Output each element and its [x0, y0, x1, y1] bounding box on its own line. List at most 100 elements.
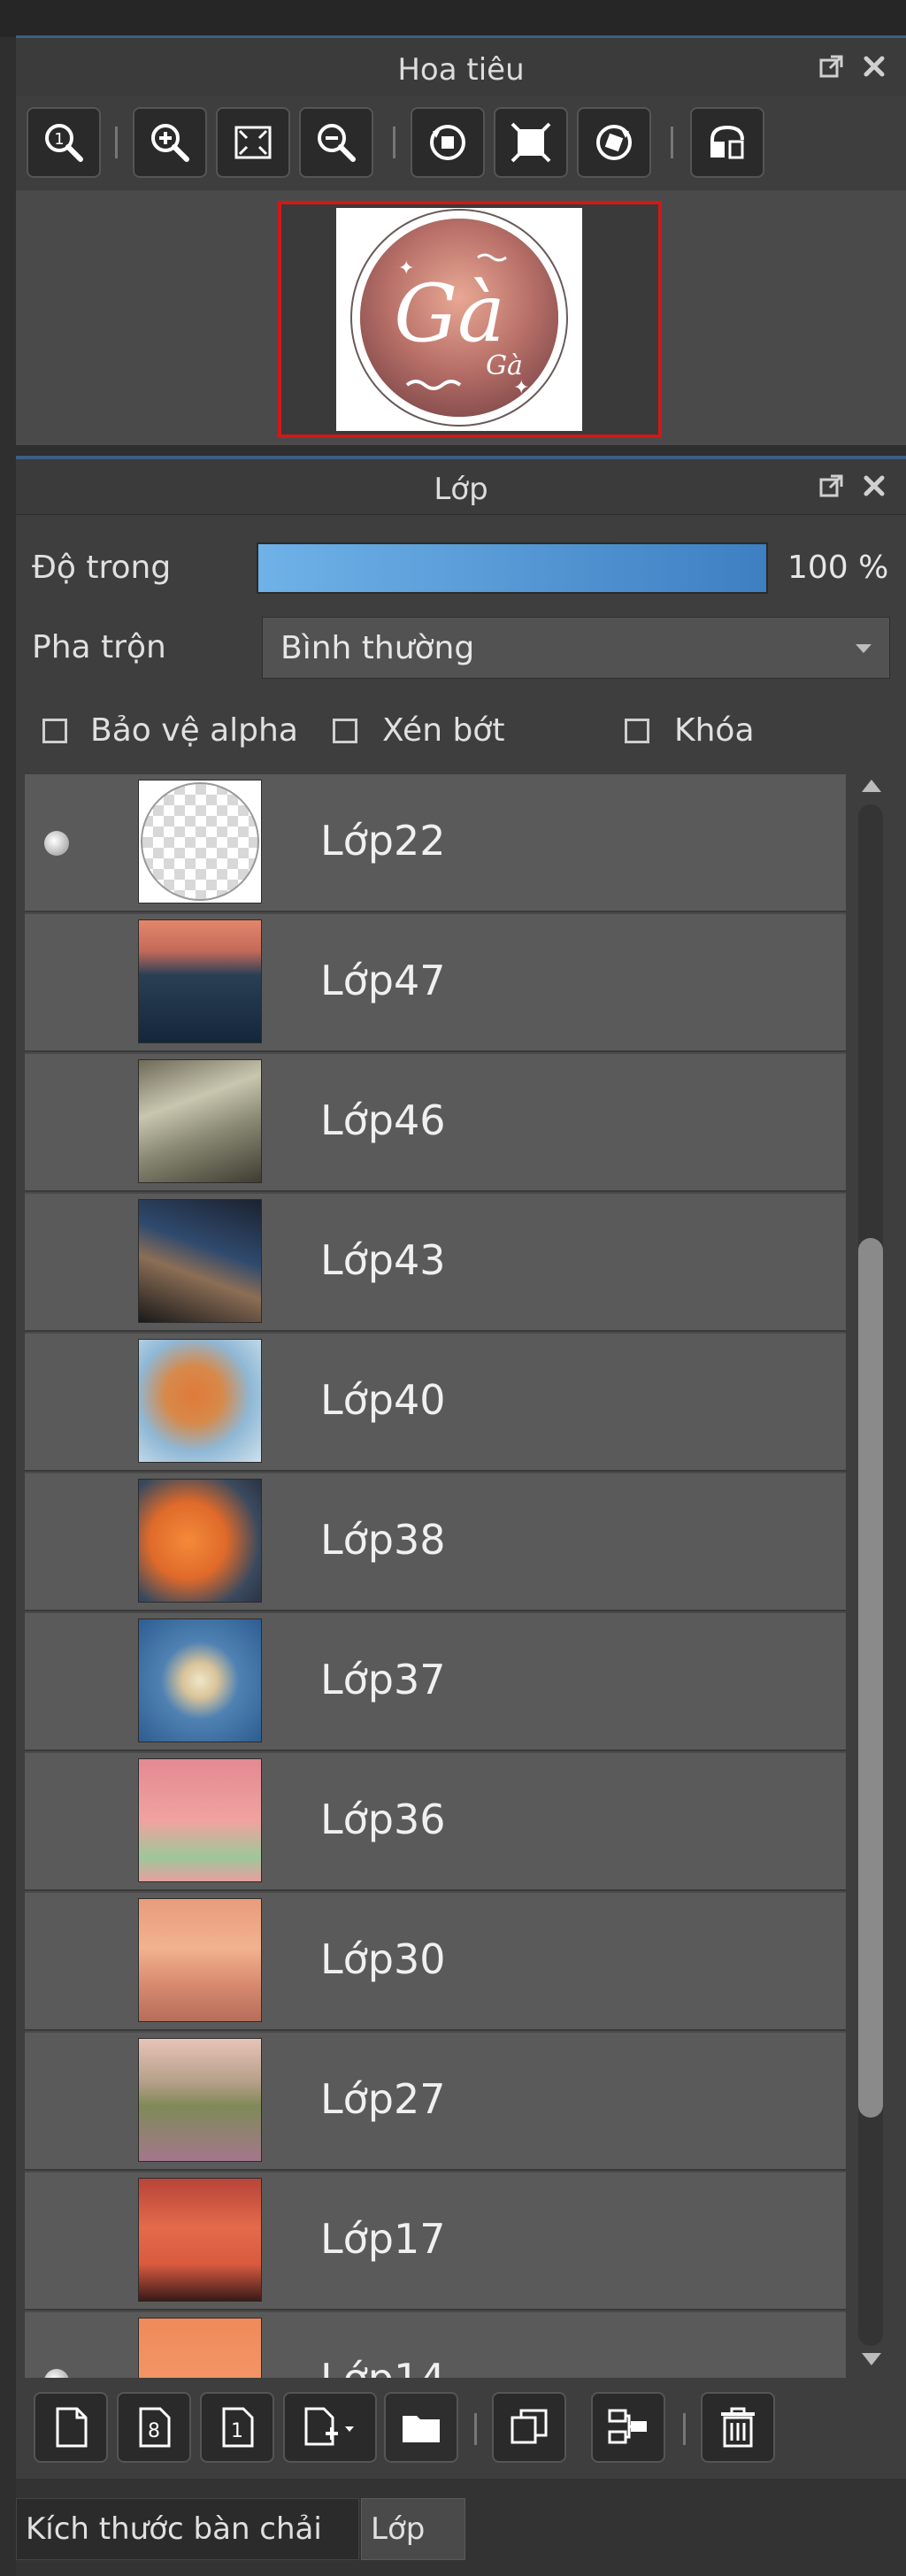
rotate-right-button[interactable]	[577, 107, 651, 178]
layer-row[interactable]: Lớp17	[25, 2172, 846, 2311]
layer-thumbnail	[138, 780, 262, 904]
layer-row[interactable]: Lớp43	[25, 1194, 846, 1332]
visibility-toggle[interactable]	[32, 817, 85, 870]
rotate-left-icon	[430, 125, 465, 160]
scroll-down-arrow-icon[interactable]	[862, 2353, 881, 2365]
layer-settings-button[interactable]	[591, 2392, 665, 2463]
layer-row[interactable]: Lớp37	[25, 1613, 846, 1751]
zoom-out-button[interactable]	[299, 107, 373, 178]
layer-thumbnail	[138, 1758, 262, 1882]
layer-name: Lớp22	[320, 817, 446, 865]
logo-big-text: Gà	[394, 267, 505, 360]
layer-name: Lớp38	[320, 1516, 446, 1564]
flip-horizontal-icon	[710, 125, 744, 159]
rotate-right-icon	[596, 125, 632, 160]
zoom-in-icon	[151, 124, 189, 162]
layer-row[interactable]: Lớp46	[25, 1054, 846, 1192]
tab-layers[interactable]: Lớp	[361, 2498, 465, 2560]
close-icon[interactable]	[858, 470, 890, 502]
fit-to-screen-button[interactable]	[216, 107, 290, 178]
svg-text:1: 1	[54, 130, 64, 149]
delete-layer-button[interactable]	[701, 2392, 775, 2463]
visibility-toggle[interactable]	[32, 1656, 85, 1709]
opacity-value: 100 %	[787, 550, 889, 586]
panel-tab-bar: Kích thước bàn chải Lớp	[16, 2479, 906, 2576]
svg-text:✦: ✦	[398, 258, 414, 280]
navigator-title: Hoa tiêu	[397, 52, 525, 88]
clip-checkbox[interactable]	[333, 719, 357, 743]
canvas-logo-image: Gà Gà ✦ ✦	[350, 209, 568, 427]
scroll-track[interactable]	[858, 804, 883, 2346]
layer-row[interactable]: Lớp27	[25, 2033, 846, 2171]
rotate-left-button[interactable]	[411, 107, 485, 178]
lock-label: Khóa	[674, 712, 755, 749]
layers-header: Lớp	[16, 459, 906, 515]
visibility-toggle[interactable]	[32, 1796, 85, 1849]
layer-thumbnail	[138, 1619, 262, 1742]
blend-mode-select[interactable]: Bình thường	[262, 617, 890, 679]
visibility-toggle[interactable]	[32, 2355, 85, 2378]
visibility-toggle[interactable]	[32, 1236, 85, 1289]
visibility-toggle[interactable]	[32, 2075, 85, 2128]
layer-row[interactable]: Lớp47	[25, 914, 846, 1052]
add-layer-dropdown-icon	[304, 2407, 354, 2446]
layer-row[interactable]: Lớp22	[25, 774, 846, 912]
lock-checkbox[interactable]	[625, 719, 649, 743]
zoom-out-icon	[318, 124, 356, 162]
zoom-actual-size-button[interactable]: 1	[27, 107, 101, 178]
svg-text:1: 1	[231, 2420, 243, 2442]
popout-icon[interactable]	[816, 470, 848, 502]
scroll-thumb[interactable]	[858, 1238, 883, 2118]
layer-name: Lớp30	[320, 1935, 446, 1983]
flip-horizontal-button[interactable]	[690, 107, 764, 178]
layer-name: Lớp37	[320, 1656, 446, 1703]
popout-icon[interactable]	[816, 50, 848, 82]
clip-label: Xén bớt	[382, 712, 505, 749]
layer-name: Lớp14	[320, 2355, 446, 2378]
toolbar-separator	[115, 127, 118, 158]
visibility-toggle[interactable]	[32, 1935, 85, 1988]
layer-row[interactable]: Lớp14	[25, 2312, 846, 2378]
layer-name: Lớp47	[320, 957, 446, 1004]
layer-row[interactable]: Lớp38	[25, 1473, 846, 1611]
layer-row[interactable]: Lớp36	[25, 1753, 846, 1891]
visibility-toggle[interactable]	[32, 1096, 85, 1150]
protect-alpha-checkbox[interactable]	[42, 719, 67, 743]
navigator-panel: Hoa tiêu 1 Gà Gà ✦ ✦	[16, 38, 906, 445]
opacity-slider[interactable]	[257, 542, 768, 594]
transparent-thumbnail	[141, 782, 259, 901]
visibility-toggle[interactable]	[32, 957, 85, 1010]
layer-thumbnail	[138, 1199, 262, 1323]
tab-brush-size[interactable]: Kích thước bàn chải	[16, 2498, 359, 2560]
visibility-toggle[interactable]	[32, 1376, 85, 1429]
svg-text:✦: ✦	[513, 377, 529, 399]
layer-row[interactable]: Lớp30	[25, 1893, 846, 2031]
merge-layer-icon: 8	[139, 2407, 171, 2448]
duplicate-page-button[interactable]: 1	[200, 2392, 274, 2463]
view-rectangle[interactable]: Gà Gà ✦ ✦	[278, 201, 662, 438]
folder-button[interactable]	[384, 2392, 458, 2463]
layer-name: Lớp43	[320, 1236, 446, 1284]
add-layer-dropdown-button[interactable]	[283, 2392, 377, 2463]
close-icon[interactable]	[858, 50, 890, 82]
layer-thumbnail	[138, 2318, 262, 2378]
visibility-toggle[interactable]	[32, 2215, 85, 2268]
zoom-in-button[interactable]	[133, 107, 207, 178]
scroll-up-arrow-icon[interactable]	[862, 780, 881, 792]
copy-layer-button[interactable]	[492, 2392, 566, 2463]
visibility-toggle[interactable]	[32, 1516, 85, 1569]
visible-dot-icon	[44, 831, 69, 856]
layer-row[interactable]: Lớp40	[25, 1334, 846, 1472]
new-layer-button[interactable]	[34, 2392, 108, 2463]
chevron-down-icon	[856, 644, 871, 653]
opacity-label: Độ trong	[32, 550, 172, 586]
merge-layer-button[interactable]: 8	[117, 2392, 191, 2463]
layer-settings-icon	[608, 2409, 647, 2444]
layer-list-scrollbar[interactable]	[849, 774, 897, 2378]
blend-mode-label: Pha trộn	[32, 629, 166, 665]
navigator-toolbar: 1	[16, 96, 906, 190]
layer-name: Lớp36	[320, 1796, 446, 1843]
layer-name: Lớp40	[320, 1376, 446, 1424]
layer-thumbnail	[138, 919, 262, 1043]
reset-view-button[interactable]	[494, 107, 568, 178]
